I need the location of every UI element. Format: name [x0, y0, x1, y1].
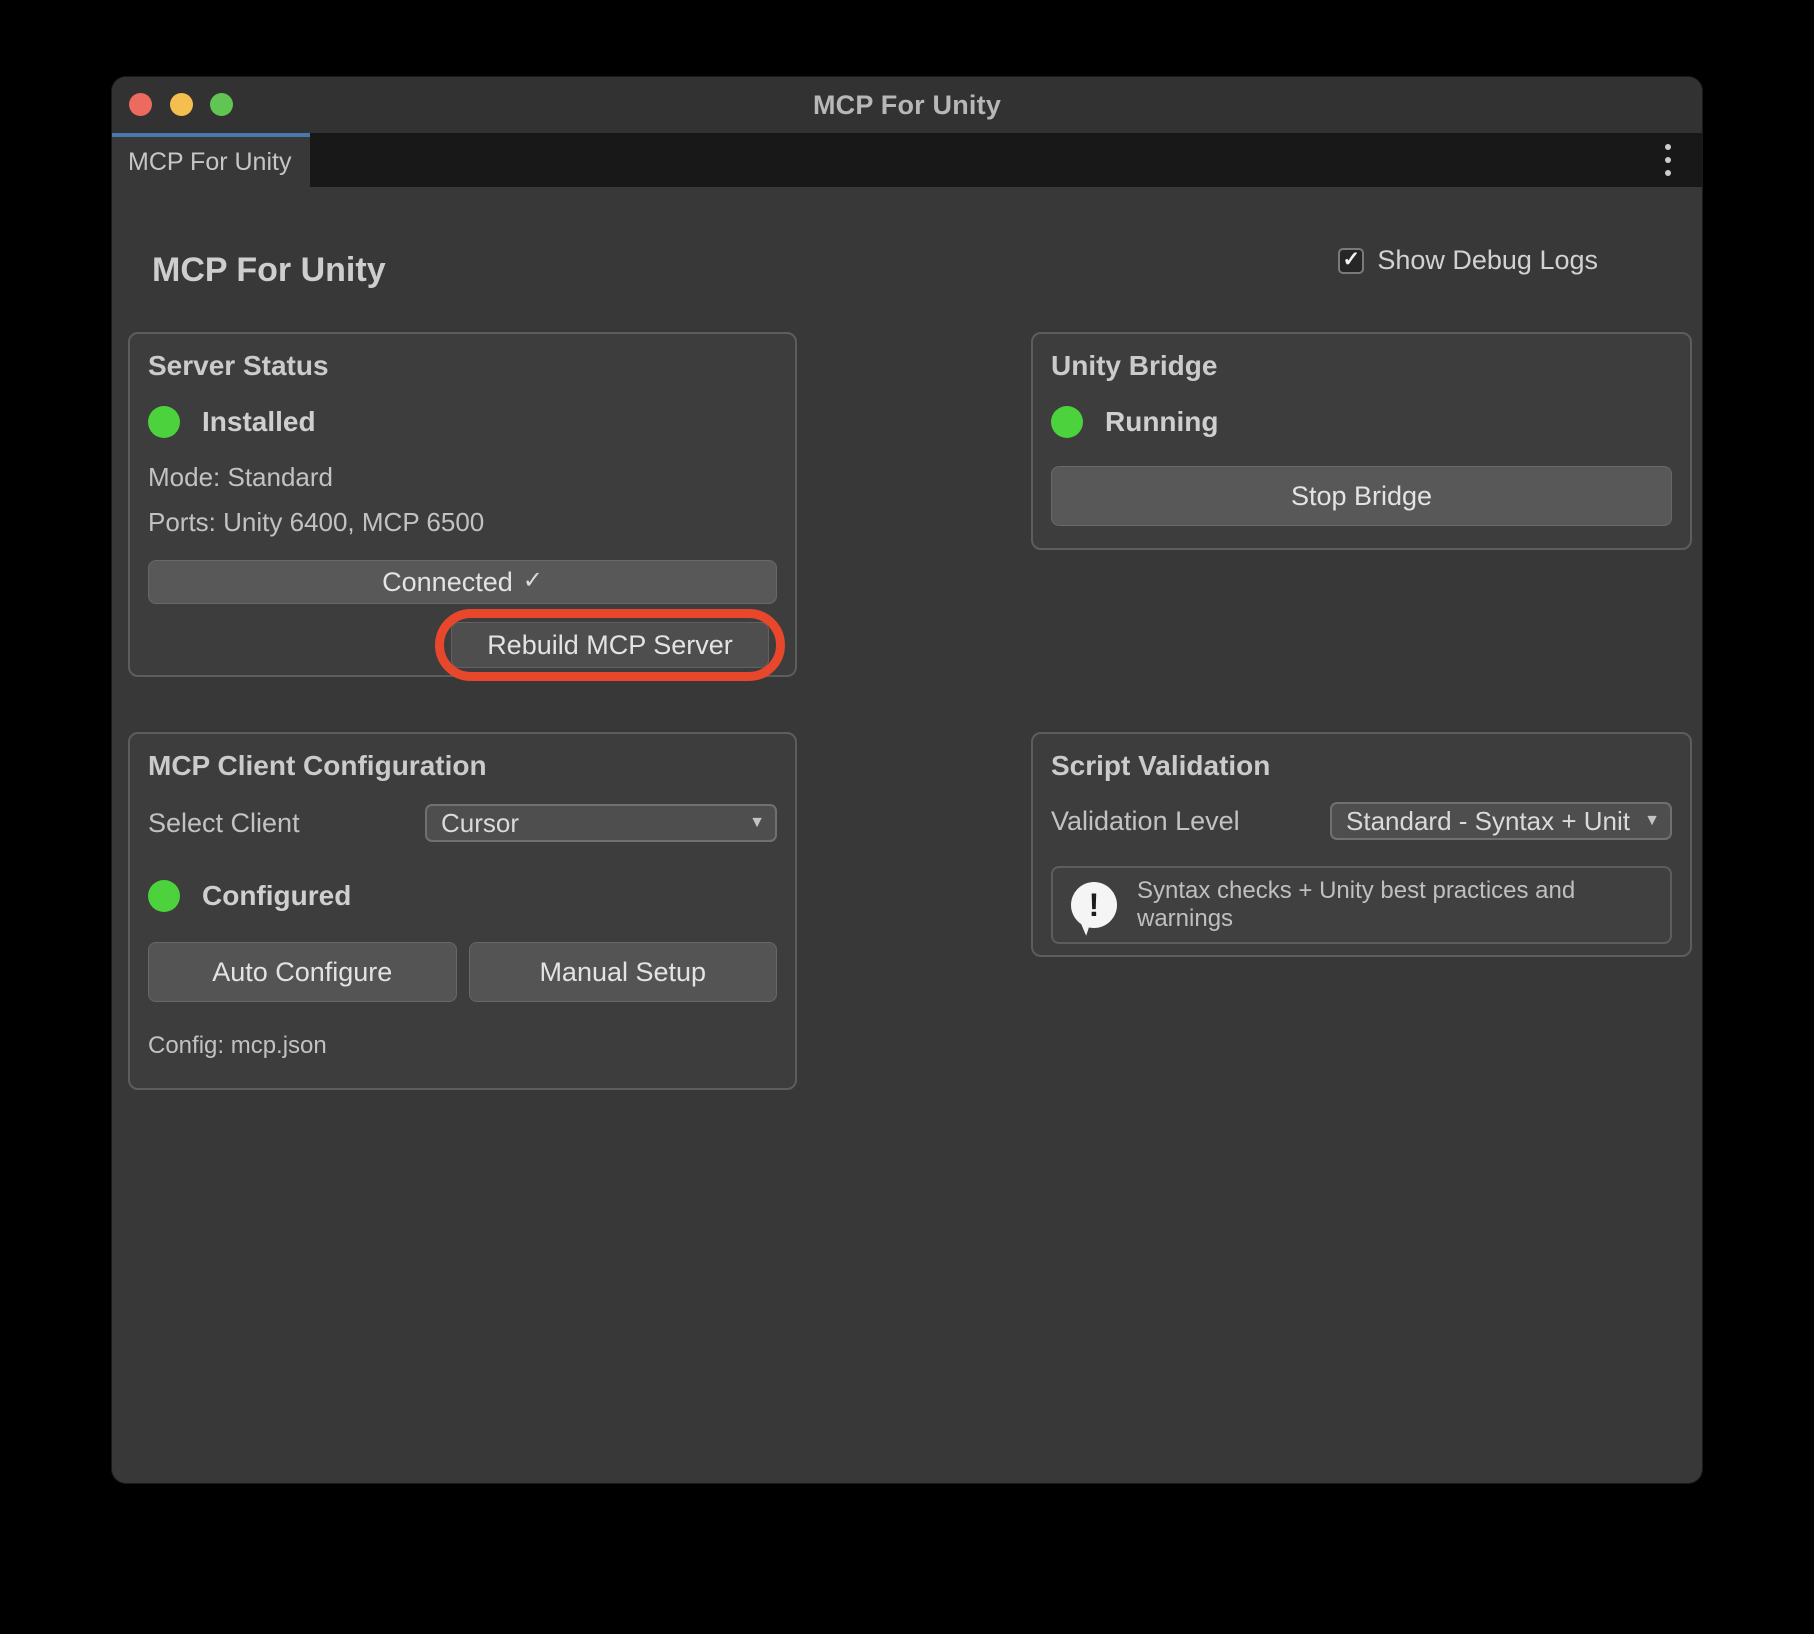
select-client-row: Select Client Cursor ▼	[148, 804, 777, 842]
configured-status-row: Configured	[148, 880, 777, 912]
connected-button-label: Connected	[382, 567, 513, 598]
tab-strip: MCP For Unity	[112, 133, 1702, 187]
connected-button[interactable]: Connected ✓	[148, 560, 777, 604]
page-title: MCP For Unity	[152, 251, 386, 290]
minimize-window-button[interactable]	[170, 93, 193, 116]
server-status-row: Installed	[148, 406, 777, 438]
info-exclamation-icon: !	[1071, 882, 1117, 928]
zoom-window-button[interactable]	[210, 93, 233, 116]
bridge-status-row: Running	[1051, 406, 1672, 438]
stop-bridge-button[interactable]: Stop Bridge	[1051, 466, 1672, 526]
mcp-client-configuration-panel: MCP Client Configuration Select Client C…	[128, 732, 797, 1090]
rebuild-row: Rebuild MCP Server	[148, 622, 777, 668]
config-buttons-row: Auto Configure Manual Setup	[148, 942, 777, 1002]
window-title: MCP For Unity	[813, 90, 1001, 121]
validation-level-row: Validation Level Standard - Syntax + Uni…	[1051, 802, 1672, 840]
script-validation-title: Script Validation	[1051, 750, 1672, 782]
client-config-title: MCP Client Configuration	[148, 750, 777, 782]
validation-level-value: Standard - Syntax + Unity p	[1346, 806, 1630, 837]
kebab-menu-icon[interactable]	[1658, 144, 1678, 176]
validation-help-text: Syntax checks + Unity best practices and…	[1137, 877, 1652, 933]
connected-check-icon: ✓	[523, 569, 543, 593]
script-validation-panel: Script Validation Validation Level Stand…	[1031, 732, 1692, 957]
configured-status-value: Configured	[202, 880, 351, 912]
config-path-text: Config: mcp.json	[148, 1032, 777, 1060]
tab-mcp-for-unity[interactable]: MCP For Unity	[112, 133, 310, 187]
chevron-down-icon: ▼	[1644, 813, 1660, 829]
status-dot-green-icon	[1051, 406, 1083, 438]
client-dropdown-value: Cursor	[441, 808, 519, 839]
unity-bridge-panel: Unity Bridge Running Stop Bridge	[1031, 332, 1692, 550]
checkmark-icon: ✓	[1343, 249, 1361, 270]
show-debug-logs-toggle[interactable]: ✓ Show Debug Logs	[1338, 245, 1598, 276]
server-status-title: Server Status	[148, 350, 777, 382]
desktop-background: { "window": { "title": "MCP For Unity", …	[0, 0, 1814, 1634]
chevron-down-icon: ▼	[749, 815, 765, 831]
server-mode-text: Mode: Standard	[148, 462, 777, 493]
show-debug-logs-checkbox[interactable]: ✓	[1338, 248, 1364, 274]
manual-setup-label: Manual Setup	[539, 957, 706, 988]
status-dot-green-icon	[148, 406, 180, 438]
status-dot-green-icon	[148, 880, 180, 912]
validation-level-label: Validation Level	[1051, 806, 1240, 837]
auto-configure-label: Auto Configure	[212, 957, 392, 988]
select-client-label: Select Client	[148, 808, 300, 839]
show-debug-logs-label: Show Debug Logs	[1377, 245, 1598, 276]
server-status-panel: Server Status Installed Mode: Standard P…	[128, 332, 797, 677]
manual-setup-button[interactable]: Manual Setup	[469, 942, 778, 1002]
server-status-value: Installed	[202, 406, 316, 438]
validation-help-box: ! Syntax checks + Unity best practices a…	[1051, 866, 1672, 944]
client-dropdown[interactable]: Cursor ▼	[425, 804, 777, 842]
stop-bridge-button-label: Stop Bridge	[1291, 481, 1432, 512]
rebuild-mcp-server-button[interactable]: Rebuild MCP Server	[451, 622, 769, 668]
close-window-button[interactable]	[129, 93, 152, 116]
rebuild-button-label: Rebuild MCP Server	[487, 630, 733, 661]
unity-bridge-title: Unity Bridge	[1051, 350, 1672, 382]
server-ports-text: Ports: Unity 6400, MCP 6500	[148, 507, 777, 538]
window-titlebar[interactable]: MCP For Unity	[112, 77, 1702, 133]
auto-configure-button[interactable]: Auto Configure	[148, 942, 457, 1002]
bridge-status-value: Running	[1105, 406, 1219, 438]
validation-level-dropdown[interactable]: Standard - Syntax + Unity p ▼	[1330, 802, 1672, 840]
tab-label: MCP For Unity	[128, 148, 291, 177]
mcp-for-unity-window: MCP For Unity MCP For Unity MCP For Unit…	[112, 77, 1702, 1483]
